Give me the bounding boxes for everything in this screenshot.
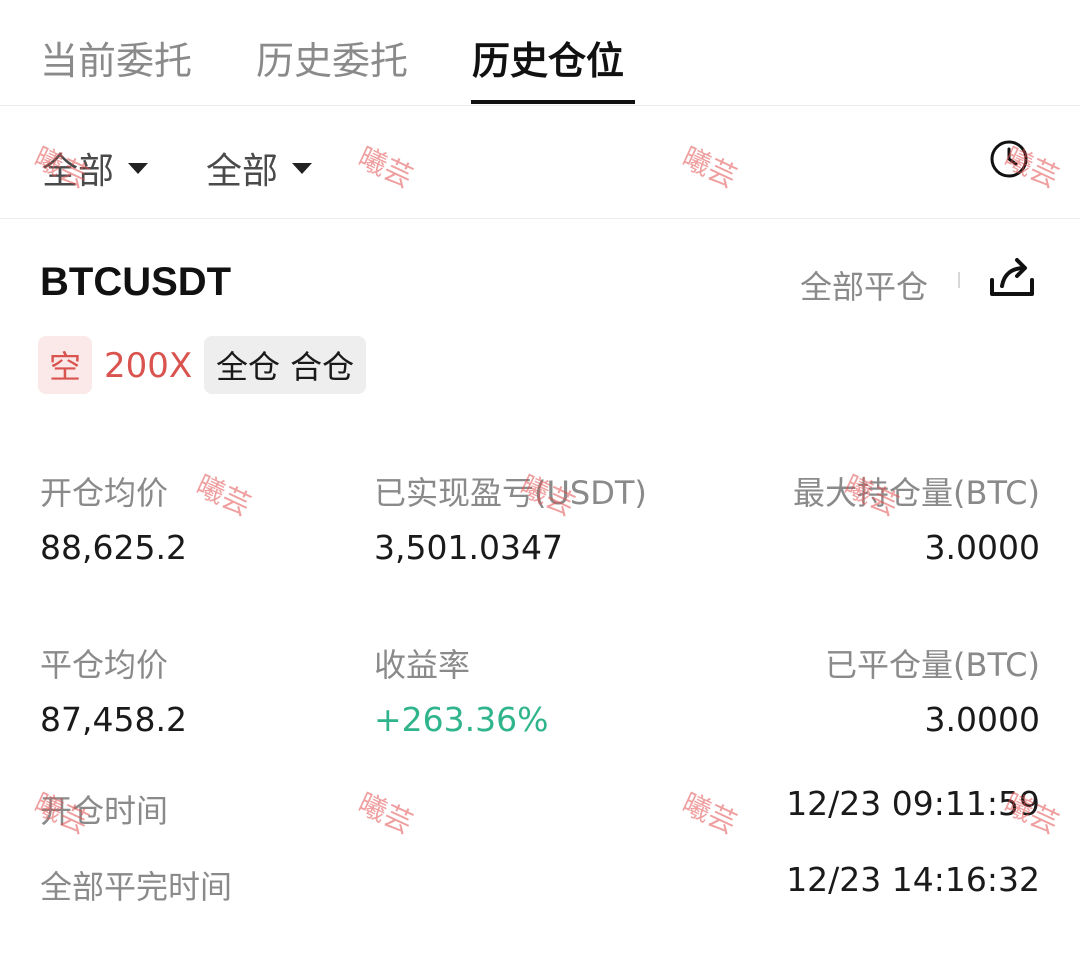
watermark: 曦芸 bbox=[353, 140, 418, 195]
close-time-value: 12/23 14:16:32 bbox=[786, 860, 1040, 899]
roi-label: 收益率 bbox=[374, 646, 471, 684]
filter-dropdown-2-label: 全部 bbox=[206, 151, 279, 192]
symbol-title: BTCUSDT bbox=[40, 260, 232, 304]
closed-qty-label: 已平仓量(BTC) bbox=[825, 646, 1040, 684]
filter-divider bbox=[0, 218, 1080, 219]
close-time-label: 全部平完时间 bbox=[40, 868, 233, 906]
avg-open-price-value: 88,625.2 bbox=[40, 528, 187, 567]
close-all-button[interactable]: 全部平仓 bbox=[800, 262, 928, 308]
avg-open-price-label: 开仓均价 bbox=[40, 474, 169, 512]
margin-mode-badge: 全仓 合仓 bbox=[204, 336, 367, 394]
tab-order-history[interactable]: 历史委托 bbox=[256, 30, 408, 85]
tab-position-history[interactable]: 历史仓位 bbox=[472, 30, 624, 85]
filter-dropdown-2[interactable]: 全部 bbox=[206, 142, 313, 194]
caret-down-icon bbox=[292, 162, 313, 174]
caret-down-icon bbox=[128, 162, 149, 174]
avg-close-price-value: 87,458.2 bbox=[40, 700, 187, 739]
watermark: 曦芸 bbox=[677, 140, 742, 195]
open-time-label: 开仓时间 bbox=[40, 792, 169, 830]
max-position-label: 最大持仓量(BTC) bbox=[793, 474, 1040, 512]
open-time-value: 12/23 09:11:59 bbox=[786, 784, 1040, 823]
watermark: 曦芸 bbox=[353, 786, 418, 841]
max-position-value: 3.0000 bbox=[924, 528, 1040, 567]
share-icon[interactable] bbox=[988, 254, 1036, 300]
tab-divider bbox=[0, 105, 1080, 106]
leverage-label: 200X bbox=[104, 346, 193, 386]
side-badge: 空 bbox=[38, 336, 92, 394]
header-separator bbox=[958, 272, 960, 288]
realized-pnl-value: 3,501.0347 bbox=[374, 528, 563, 567]
avg-close-price-label: 平仓均价 bbox=[40, 646, 169, 684]
tab-current-orders[interactable]: 当前委托 bbox=[40, 30, 192, 85]
filter-dropdown-1[interactable]: 全部 bbox=[42, 142, 149, 194]
clock-icon[interactable] bbox=[989, 139, 1029, 179]
closed-qty-value: 3.0000 bbox=[924, 700, 1040, 739]
active-tab-indicator bbox=[471, 100, 635, 104]
realized-pnl-label: 已实现盈亏(USDT) bbox=[374, 474, 647, 512]
watermark: 曦芸 bbox=[677, 786, 742, 841]
filter-dropdown-1-label: 全部 bbox=[42, 151, 115, 192]
watermark: 曦芸 bbox=[191, 468, 256, 523]
roi-value: +263.36% bbox=[374, 700, 549, 739]
